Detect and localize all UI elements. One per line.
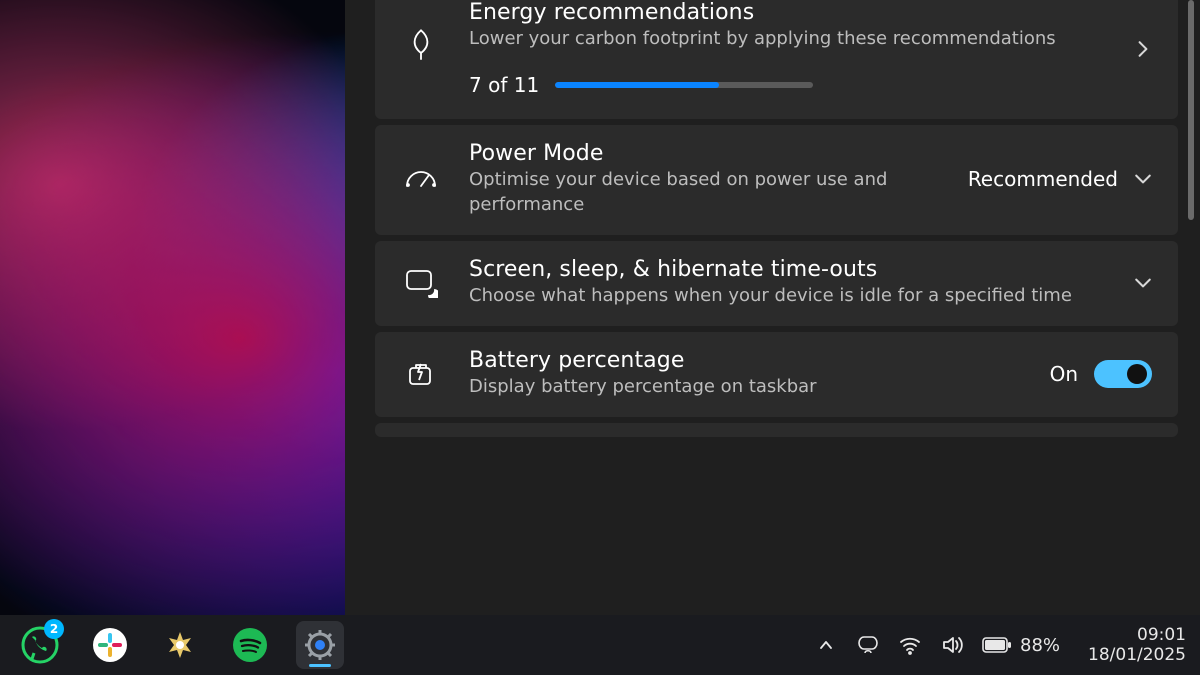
battery-percentage-toggle[interactable] (1094, 360, 1152, 388)
battery-percentage-state: On (1050, 362, 1078, 386)
tray-overflow-chevron-icon[interactable] (814, 633, 838, 657)
copilot-icon[interactable] (856, 633, 880, 657)
battery-charge-icon (401, 359, 441, 389)
chevron-down-icon (1134, 274, 1152, 292)
monitor-moon-icon (401, 268, 441, 298)
battery-icon (982, 636, 1012, 654)
taskbar-slack[interactable] (86, 621, 134, 669)
whatsapp-badge: 2 (44, 619, 64, 639)
settings-scrollbar[interactable] (1188, 0, 1194, 220)
taskbar-spotify[interactable] (226, 621, 274, 669)
wifi-icon[interactable] (898, 633, 922, 657)
power-mode-card[interactable]: Power Mode Optimise your device based on… (375, 125, 1178, 235)
taskbar: 2 (0, 615, 1200, 675)
energy-title: Energy recommendations (469, 0, 1106, 25)
energy-recommendations-card[interactable]: Energy recommendations Lower your carbon… (375, 0, 1178, 119)
taskbar-time: 09:01 (1088, 625, 1186, 645)
energy-progress-fill (555, 82, 719, 88)
energy-subtitle: Lower your carbon footprint by applying … (469, 27, 1106, 51)
taskbar-date: 18/01/2025 (1088, 645, 1186, 665)
power-mode-value: Recommended (968, 167, 1118, 191)
battery-percentage-subtitle: Display battery percentage on taskbar (469, 375, 1022, 399)
battery-percentage-title: Battery percentage (469, 348, 1022, 373)
volume-icon[interactable] (940, 633, 964, 657)
taskbar-system-tray: 88% 09:01 18/01/2025 (814, 625, 1186, 666)
taskbar-clock[interactable]: 09:01 18/01/2025 (1088, 625, 1186, 666)
toggle-knob (1127, 364, 1147, 384)
chevron-down-icon (1134, 170, 1152, 188)
next-card-peek[interactable] (375, 423, 1178, 437)
tray-battery-label: 88% (1020, 635, 1060, 656)
power-mode-title: Power Mode (469, 141, 940, 166)
settings-cards: Energy recommendations Lower your carbon… (375, 0, 1178, 615)
timeouts-card[interactable]: Screen, sleep, & hibernate time-outs Cho… (375, 241, 1178, 326)
power-mode-subtitle: Optimise your device based on power use … (469, 168, 940, 217)
battery-percentage-card: Battery percentage Display battery perce… (375, 332, 1178, 417)
taskbar-pinned-apps: 2 (16, 621, 344, 669)
energy-progress-bar (555, 82, 813, 88)
taskbar-settings[interactable] (296, 621, 344, 669)
power-mode-dropdown[interactable]: Recommended (968, 167, 1152, 191)
tray-battery[interactable]: 88% (982, 635, 1060, 656)
settings-window: Energy recommendations Lower your carbon… (345, 0, 1200, 615)
timeouts-title: Screen, sleep, & hibernate time-outs (469, 257, 1106, 282)
energy-progress-label: 7 of 11 (469, 73, 539, 97)
chevron-right-icon (1134, 40, 1152, 58)
taskbar-whatsapp[interactable]: 2 (16, 621, 64, 669)
gauge-icon (401, 166, 441, 192)
leaf-icon (401, 28, 441, 62)
timeouts-subtitle: Choose what happens when your device is … (469, 284, 1106, 308)
taskbar-app-flower[interactable] (156, 621, 204, 669)
